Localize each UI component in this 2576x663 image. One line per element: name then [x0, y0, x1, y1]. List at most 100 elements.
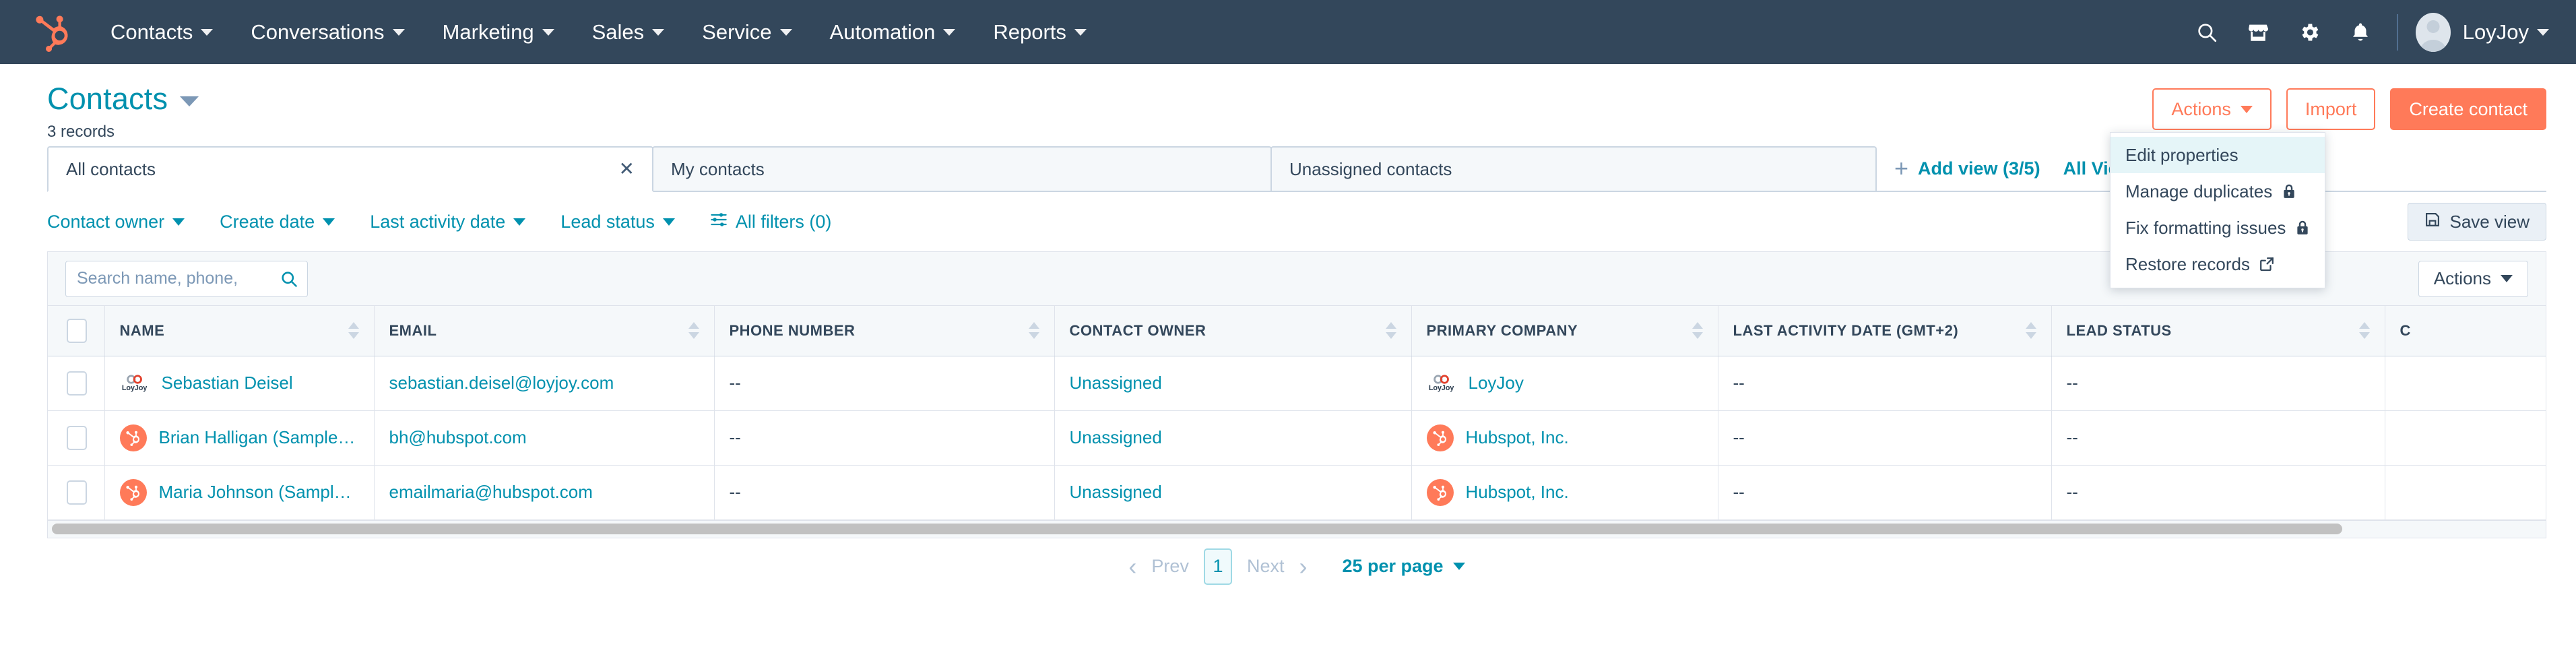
sort-arrows-icon[interactable]	[1028, 322, 1039, 340]
filter-lead-status[interactable]: Lead status	[560, 212, 675, 232]
row-checkbox[interactable]	[67, 480, 87, 505]
filter-contact-owner[interactable]: Contact owner	[47, 212, 185, 232]
per-page-label: 25 per page	[1342, 556, 1444, 576]
nav-item-reports[interactable]: Reports	[974, 20, 1105, 44]
close-icon[interactable]: ✕	[619, 160, 635, 179]
column-header-phone-number[interactable]: PHONE NUMBER	[714, 306, 1055, 356]
next-page-button[interactable]: Next	[1247, 556, 1285, 577]
cell-company: Hubspot, Inc.	[1411, 465, 1718, 519]
horizontal-scrollbar[interactable]	[48, 519, 2546, 538]
nav-item-conversations[interactable]: Conversations	[232, 20, 423, 44]
cell-name: Brian Halligan (Sample…	[104, 410, 375, 465]
tab-label: Unassigned contacts	[1289, 158, 1452, 179]
contact-name-link[interactable]: Brian Halligan (Sample…	[159, 427, 356, 448]
hubspot-logo-icon[interactable]	[34, 13, 73, 52]
select-all-checkbox[interactable]	[67, 318, 87, 343]
search-icon[interactable]	[280, 270, 298, 288]
menu-item-fix-formatting-issues[interactable]: Fix formatting issues	[2111, 210, 2325, 246]
user-menu-button[interactable]: LoyJoy	[2463, 20, 2549, 44]
all-filters-button[interactable]: All filters (0)	[710, 211, 831, 233]
contact-name-link[interactable]: Maria Johnson (Sampl…	[159, 482, 352, 503]
avatar[interactable]	[2415, 12, 2451, 52]
contact-name-link[interactable]: Sebastian Deisel	[162, 373, 293, 393]
tab-my-contacts[interactable]: My contacts	[652, 146, 1272, 191]
scrollbar-thumb[interactable]	[52, 524, 2343, 534]
contact-owner-link[interactable]: Unassigned	[1070, 427, 1162, 447]
cell-owner: Unassigned	[1054, 410, 1412, 465]
filter-sliders-icon	[710, 211, 728, 233]
page-title-dropdown-icon[interactable]	[180, 96, 199, 106]
row-checkbox[interactable]	[67, 425, 87, 450]
sort-arrows-icon[interactable]	[2025, 322, 2036, 340]
page-title[interactable]: Contacts	[47, 82, 168, 117]
menu-item-manage-duplicates[interactable]: Manage duplicates	[2111, 173, 2325, 210]
nav-item-service[interactable]: Service	[683, 20, 810, 44]
search-icon[interactable]	[2181, 7, 2232, 58]
save-view-button[interactable]: Save view	[2407, 203, 2546, 241]
nav-label: Marketing	[442, 20, 534, 44]
nav-divider	[2396, 13, 2398, 51]
column-header-contact-owner[interactable]: CONTACT OWNER	[1054, 306, 1412, 356]
table-row[interactable]: Maria Johnson (Sampl… emailmaria@hubspot…	[48, 465, 2546, 519]
menu-item-restore-records[interactable]: Restore records	[2111, 246, 2325, 282]
nav-item-contacts[interactable]: Contacts	[92, 20, 232, 44]
add-view-button[interactable]: + Add view (3/5)	[1875, 146, 2059, 191]
nav-right-cluster: LoyJoy	[2181, 7, 2549, 58]
prev-chevron-icon[interactable]: ‹	[1128, 554, 1136, 579]
filter-label: Create date	[220, 211, 315, 232]
sort-arrows-icon[interactable]	[1692, 322, 1703, 340]
page-number-1[interactable]: 1	[1203, 548, 1232, 585]
next-chevron-icon[interactable]: ›	[1299, 554, 1307, 579]
column-header-primary-company[interactable]: PRIMARY COMPANY	[1411, 306, 1718, 356]
actions-button[interactable]: Actions	[2152, 88, 2272, 130]
row-select-cell	[48, 465, 105, 519]
column-header-name[interactable]: NAME	[104, 306, 375, 356]
column-header-email[interactable]: EMAIL	[374, 306, 715, 356]
chevron-down-icon	[542, 28, 554, 36]
header-action-buttons: Actions Import Create contact	[2152, 88, 2546, 130]
email-link[interactable]: bh@hubspot.com	[389, 427, 527, 447]
nav-item-sales[interactable]: Sales	[573, 20, 684, 44]
chevron-down-icon	[323, 218, 335, 226]
cell-owner: Unassigned	[1054, 465, 1412, 519]
email-link[interactable]: sebastian.deisel@loyjoy.com	[389, 373, 614, 393]
column-label: LEAD STATUS	[2066, 321, 2172, 339]
save-disk-icon	[2424, 212, 2441, 232]
tab-unassigned-contacts[interactable]: Unassigned contacts	[1270, 146, 1877, 191]
notifications-bell-icon[interactable]	[2335, 7, 2386, 58]
marketplace-icon[interactable]	[2232, 7, 2284, 58]
per-page-selector[interactable]: 25 per page	[1342, 556, 1465, 577]
contact-owner-link[interactable]: Unassigned	[1070, 373, 1162, 393]
sort-arrows-icon[interactable]	[2358, 322, 2370, 340]
gear-icon[interactable]	[2284, 7, 2335, 58]
column-header-lead-status[interactable]: LEAD STATUS	[2051, 306, 2385, 356]
company-link[interactable]: Hubspot, Inc.	[1466, 482, 1569, 503]
email-link[interactable]: emailmaria@hubspot.com	[389, 482, 593, 502]
table-actions-button[interactable]: Actions	[2418, 260, 2528, 297]
table-row[interactable]: LoyJoy Sebastian Deisel sebastian.deisel…	[48, 356, 2546, 410]
create-contact-button[interactable]: Create contact	[2390, 88, 2546, 130]
filter-create-date[interactable]: Create date	[220, 212, 335, 232]
search-input[interactable]	[65, 260, 308, 297]
column-header-truncated[interactable]: C	[2385, 306, 2546, 356]
prev-page-button[interactable]: Prev	[1151, 556, 1189, 577]
nav-item-marketing[interactable]: Marketing	[424, 20, 573, 44]
sort-arrows-icon[interactable]	[688, 322, 699, 340]
cell-email: sebastian.deisel@loyjoy.com	[374, 356, 715, 410]
row-checkbox[interactable]	[67, 371, 87, 396]
sort-arrows-icon[interactable]	[348, 322, 359, 340]
lock-icon	[2295, 220, 2310, 236]
loyjoy-company-icon: LoyJoy	[1426, 369, 1456, 398]
tab-label: My contacts	[671, 158, 765, 179]
company-link[interactable]: Hubspot, Inc.	[1466, 427, 1569, 448]
filter-last-activity-date[interactable]: Last activity date	[370, 212, 526, 232]
company-link[interactable]: LoyJoy	[1469, 373, 1524, 393]
table-row[interactable]: Brian Halligan (Sample… bh@hubspot.com -…	[48, 410, 2546, 465]
contact-owner-link[interactable]: Unassigned	[1070, 482, 1162, 502]
column-header-last-activity-date[interactable]: LAST ACTIVITY DATE (GMT+2)	[1718, 306, 2052, 356]
menu-item-edit-properties[interactable]: Edit properties	[2111, 137, 2325, 173]
nav-item-automation[interactable]: Automation	[811, 20, 975, 44]
import-button[interactable]: Import	[2286, 88, 2376, 130]
sort-arrows-icon[interactable]	[1385, 322, 1396, 340]
tab-all-contacts[interactable]: All contacts ✕	[47, 146, 653, 192]
